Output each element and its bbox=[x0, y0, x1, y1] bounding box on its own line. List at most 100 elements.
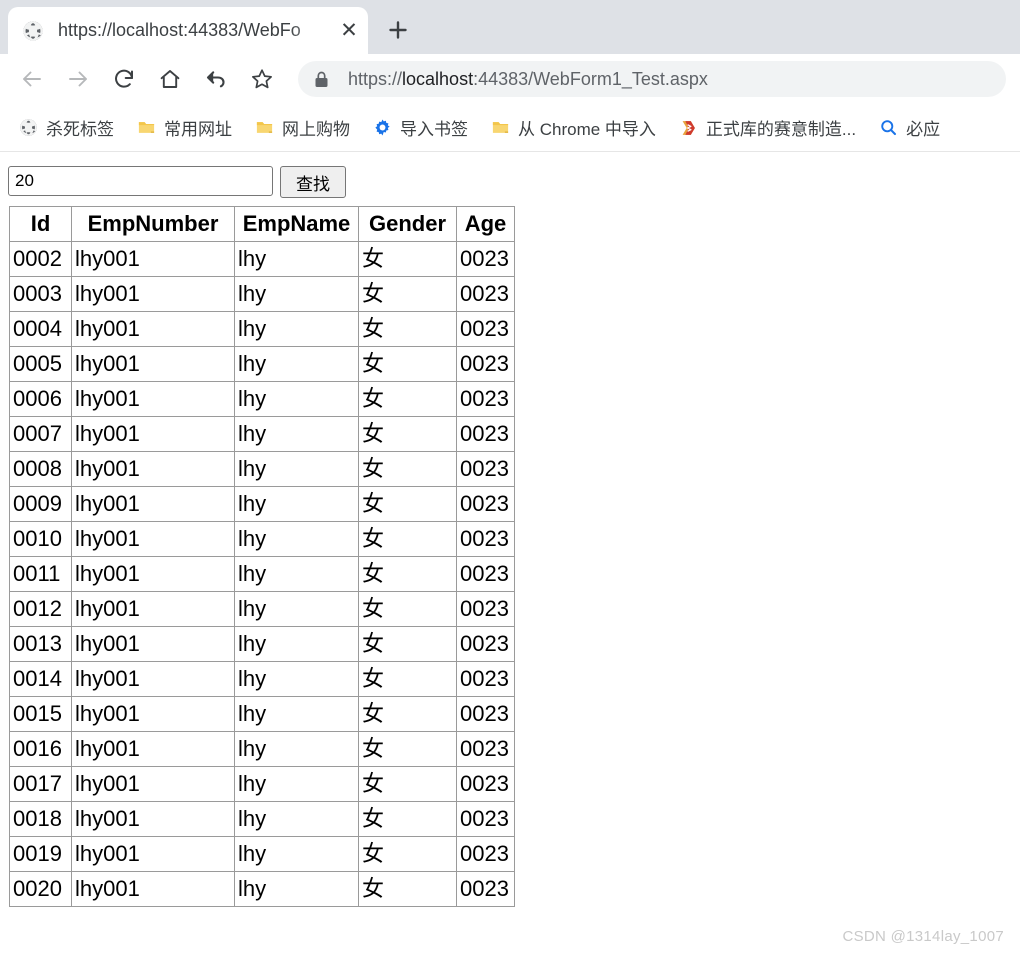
cell-id: 0007 bbox=[9, 416, 72, 452]
back-button[interactable] bbox=[14, 61, 50, 97]
cell-id: 0020 bbox=[9, 871, 72, 907]
cell-id: 0018 bbox=[9, 801, 72, 837]
cell-empnumber: lhy001 bbox=[71, 311, 235, 347]
cell-id: 0003 bbox=[9, 276, 72, 312]
table-row: 0010 lhy001 lhy 女 0023 bbox=[9, 521, 515, 557]
bookmarks-bar: 杀死标签 常用网址 网上购物 导入书签 从 Chrome 中导入 正式库的赛意制… bbox=[0, 104, 1020, 152]
search-input[interactable] bbox=[8, 166, 273, 196]
cell-age: 0023 bbox=[456, 801, 515, 837]
reload-icon bbox=[115, 69, 133, 88]
cell-empnumber: lhy001 bbox=[71, 556, 235, 592]
table-row: 0011 lhy001 lhy 女 0023 bbox=[9, 556, 515, 592]
bookmark-item-bing[interactable]: 必应 bbox=[870, 112, 948, 144]
table-row: 0013 lhy001 lhy 女 0023 bbox=[9, 626, 515, 662]
reload-button[interactable] bbox=[106, 61, 142, 97]
cell-gender: 女 bbox=[358, 766, 457, 802]
cell-age: 0023 bbox=[456, 416, 515, 452]
browser-toolbar: https://localhost:44383/WebForm1_Test.as… bbox=[0, 54, 1020, 104]
undo-button[interactable] bbox=[198, 61, 234, 97]
table-row: 0014 lhy001 lhy 女 0023 bbox=[9, 661, 515, 697]
cell-gender: 女 bbox=[358, 626, 457, 662]
search-form: 查找 bbox=[8, 166, 1020, 200]
table-row: 0017 lhy001 lhy 女 0023 bbox=[9, 766, 515, 802]
browser-tab-active[interactable]: https://localhost:44383/WebFo ✕ bbox=[8, 7, 368, 54]
cell-gender: 女 bbox=[358, 451, 457, 487]
bookmark-item-import-bookmarks[interactable]: 导入书签 bbox=[364, 112, 476, 144]
cell-empname: lhy bbox=[234, 381, 359, 417]
cell-id: 0015 bbox=[9, 696, 72, 732]
cell-empname: lhy bbox=[234, 591, 359, 627]
cell-empnumber: lhy001 bbox=[71, 521, 235, 557]
bookmark-star-button[interactable] bbox=[244, 61, 280, 97]
cell-age: 0023 bbox=[456, 591, 515, 627]
page-content: 查找 Id EmpNumber EmpName Gender Age 0002l… bbox=[0, 152, 1020, 957]
cell-gender: 女 bbox=[358, 696, 457, 732]
cell-empname: lhy bbox=[234, 346, 359, 382]
cell-id: 0005 bbox=[9, 346, 72, 382]
cell-gender: 女 bbox=[358, 276, 457, 312]
table-row: 0003 lhy001 lhy 女 0023 bbox=[9, 276, 515, 312]
bookmark-label: 导入书签 bbox=[400, 120, 468, 139]
lock-icon bbox=[314, 71, 332, 88]
cell-empnumber: lhy001 bbox=[71, 871, 235, 907]
cell-empnumber: lhy001 bbox=[71, 836, 235, 872]
cell-empnumber: lhy001 bbox=[71, 276, 235, 312]
search-icon bbox=[878, 118, 898, 138]
home-button[interactable] bbox=[152, 61, 188, 97]
cell-empname: lhy bbox=[234, 556, 359, 592]
cell-empname: lhy bbox=[234, 871, 359, 907]
address-bar[interactable]: https://localhost:44383/WebForm1_Test.as… bbox=[298, 61, 1006, 97]
table-row: 0007 lhy001 lhy 女 0023 bbox=[9, 416, 515, 452]
forward-button[interactable] bbox=[60, 61, 96, 97]
cell-empnumber: lhy001 bbox=[71, 766, 235, 802]
watermark: CSDN @1314lay_1007 bbox=[842, 928, 1004, 945]
cell-gender: 女 bbox=[358, 381, 457, 417]
cell-age: 0023 bbox=[456, 381, 515, 417]
cell-age: 0023 bbox=[456, 346, 515, 382]
search-button[interactable]: 查找 bbox=[280, 166, 346, 198]
cell-id: 0016 bbox=[9, 731, 72, 767]
url-scheme: https:// bbox=[348, 68, 403, 89]
cell-empname: lhy bbox=[234, 451, 359, 487]
cell-empname: lhy bbox=[234, 661, 359, 697]
bookmark-item-kill-tab[interactable]: 杀死标签 bbox=[10, 112, 122, 144]
cell-empname: lhy bbox=[234, 486, 359, 522]
table-row: 0020 lhy001 lhy 女 0023 bbox=[9, 871, 515, 907]
bookmark-folder-import-from-chrome[interactable]: 从 Chrome 中导入 bbox=[482, 112, 664, 144]
table-row: 0015 lhy001 lhy 女 0023 bbox=[9, 696, 515, 732]
cell-gender: 女 bbox=[358, 346, 457, 382]
cell-gender: 女 bbox=[358, 836, 457, 872]
url-rest: :44383/WebForm1_Test.aspx bbox=[473, 68, 708, 89]
home-icon bbox=[160, 70, 180, 88]
close-icon[interactable]: ✕ bbox=[336, 18, 362, 44]
cell-age: 0023 bbox=[456, 836, 515, 872]
globe-icon bbox=[18, 118, 38, 138]
cell-empnumber: lhy001 bbox=[71, 731, 235, 767]
column-header-gender: Gender bbox=[358, 206, 457, 242]
cell-id: 0002 bbox=[9, 241, 72, 277]
browser-chrome: https://localhost:44383/WebFo ✕ https://… bbox=[0, 0, 1020, 152]
cell-gender: 女 bbox=[358, 801, 457, 837]
cell-age: 0023 bbox=[456, 871, 515, 907]
cell-empname: lhy bbox=[234, 311, 359, 347]
bookmark-folder-common-sites[interactable]: 常用网址 bbox=[128, 112, 240, 144]
cell-id: 0009 bbox=[9, 486, 72, 522]
folder-icon bbox=[136, 118, 156, 138]
cell-id: 0010 bbox=[9, 521, 72, 557]
cell-empnumber: lhy001 bbox=[71, 416, 235, 452]
cell-empname: lhy bbox=[234, 696, 359, 732]
bookmark-folder-online-shopping[interactable]: 网上购物 bbox=[246, 112, 358, 144]
arrow-right-icon bbox=[69, 71, 87, 87]
cell-gender: 女 bbox=[358, 591, 457, 627]
column-header-empnumber: EmpNumber bbox=[71, 206, 235, 242]
cell-gender: 女 bbox=[358, 521, 457, 557]
bookmark-item-production-db[interactable]: 正式库的赛意制造... bbox=[670, 112, 864, 144]
cell-empnumber: lhy001 bbox=[71, 381, 235, 417]
new-tab-button[interactable] bbox=[378, 10, 418, 50]
bookmark-label: 必应 bbox=[906, 120, 941, 139]
cell-gender: 女 bbox=[358, 871, 457, 907]
employee-table-body: 0002 lhy001 lhy 女 0023 0003 lhy001 lhy 女 0023 0004… bbox=[9, 241, 515, 907]
cell-age: 0023 bbox=[456, 486, 515, 522]
cell-age: 0023 bbox=[456, 626, 515, 662]
cell-id: 0013 bbox=[9, 626, 72, 662]
